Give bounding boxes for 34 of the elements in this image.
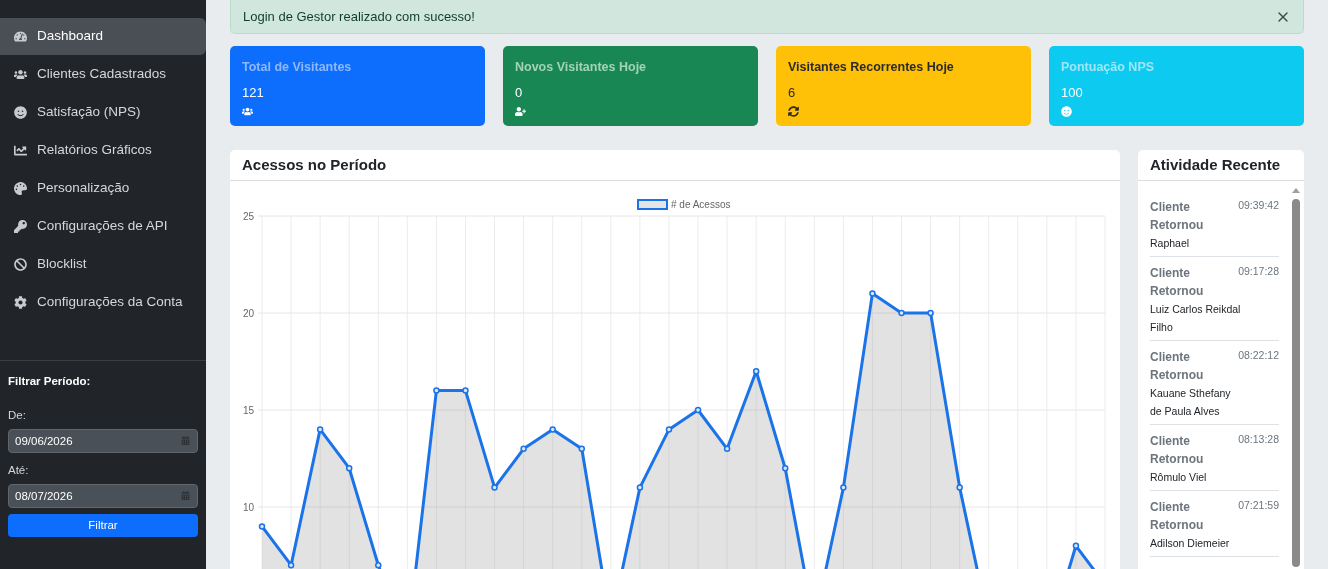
stat-value: 100 — [1061, 83, 1084, 102]
activity-title: Cliente Retornou — [1150, 499, 1205, 534]
activity-time: 09:39:42 — [1238, 198, 1279, 213]
activity-name: Rômulo Viel — [1150, 470, 1208, 485]
activity-title: Cliente Retornou — [1150, 349, 1205, 384]
activity-title: Cliente Retornou — [1150, 265, 1205, 300]
stat-title: Total de Visitantes — [242, 59, 353, 76]
stat-value: 6 — [788, 83, 797, 102]
activity-time: 07:21:59 — [1238, 498, 1279, 513]
activity-name: Kauane Sthefany de Paula Alves — [1150, 386, 1232, 419]
activity-time: 08:13:28 — [1238, 432, 1279, 447]
activity-time: 08:22:12 — [1238, 348, 1279, 363]
stat-title: Visitantes Recorrentes Hoje — [788, 59, 955, 76]
activity-title: Cliente Retornou — [1150, 433, 1205, 468]
card-title: Atividade Recente — [1138, 150, 1304, 181]
card-title: Acessos no Período — [230, 150, 1120, 181]
alert-message: Login de Gestor realizado com sucesso! — [243, 7, 475, 26]
activity-title: Cliente Retornou — [1150, 199, 1205, 234]
y-axis-label: 20 — [242, 308, 254, 319]
y-axis-label: 10 — [242, 502, 254, 513]
filter-title: Filtrar Período: — [8, 374, 92, 390]
field-label: Até: — [8, 462, 30, 478]
activity-name: Luiz Carlos Reikdal Filho — [1150, 302, 1242, 335]
activity-name: Raphael — [1150, 236, 1191, 251]
legend-label: # de Acessos — [671, 199, 731, 210]
stat-title: Novos Visitantes Hoje — [515, 59, 648, 76]
stat-title: Pontuação NPS — [1061, 59, 1156, 76]
activity-time: 09:17:28 — [1238, 264, 1279, 279]
stat-value: 121 — [242, 83, 265, 102]
stat-value: 0 — [515, 83, 524, 102]
field-label: De: — [8, 407, 27, 423]
y-axis-label: 25 — [242, 211, 254, 222]
y-axis-label: 15 — [242, 405, 254, 416]
activity-name: Adilson Diemeier — [1150, 536, 1231, 551]
